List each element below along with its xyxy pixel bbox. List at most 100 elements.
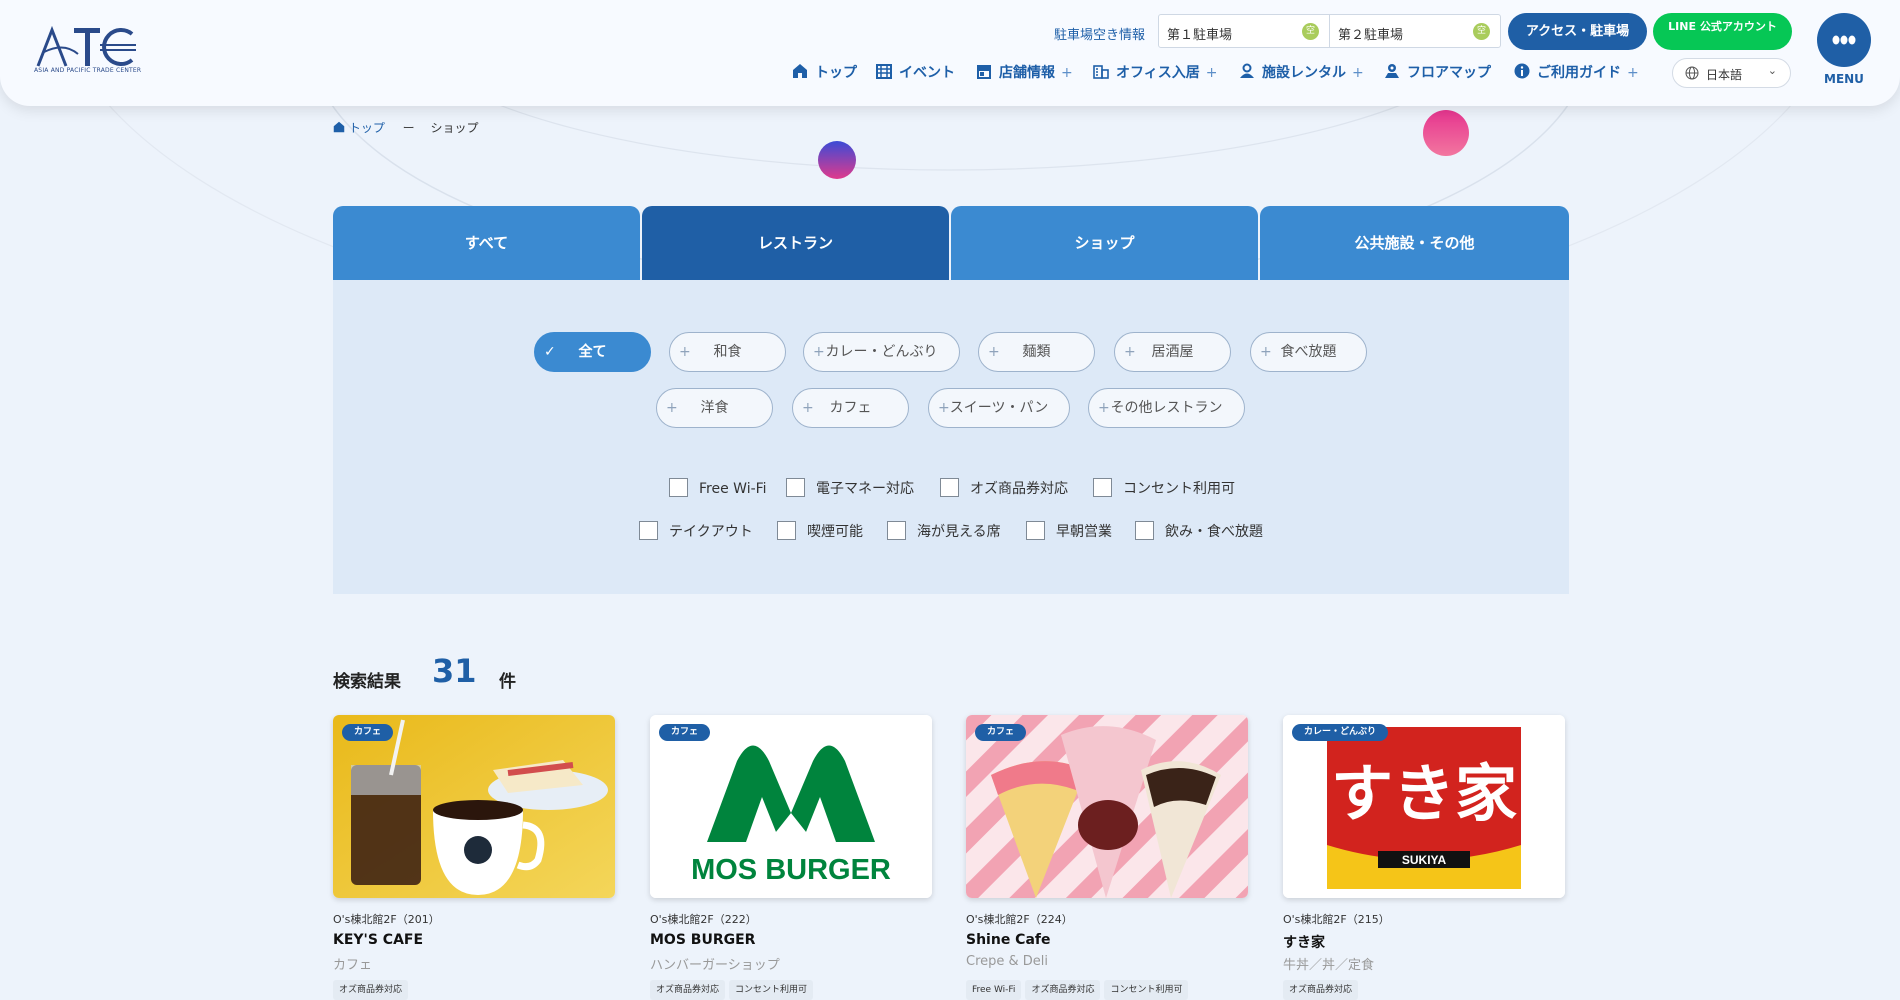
nav-item-office[interactable]: オフィス入居 + <box>1093 62 1217 82</box>
shop-tag: オズ商品券対応 <box>333 980 409 1000</box>
breadcrumb-separator: ー <box>402 121 415 135</box>
checkbox-box[interactable] <box>1026 521 1045 540</box>
nav-label: トップ <box>815 65 857 81</box>
results-title: 検索結果 <box>333 672 401 692</box>
breadcrumb: トップ ー ショップ <box>333 119 479 136</box>
shop-image[interactable]: MOS BURGER カフェ <box>650 715 932 898</box>
shop-image[interactable]: カフェ <box>966 715 1248 898</box>
tab-shop[interactable]: ショップ <box>951 206 1258 280</box>
parking-lot-1[interactable]: 第１駐車場 空 <box>1158 14 1330 48</box>
checkbox-box[interactable] <box>887 521 906 540</box>
globe-icon <box>1685 66 1699 80</box>
chip-label: 食べ放題 <box>1280 344 1337 360</box>
subcategory-chip-izakaya[interactable]: + 居酒屋 <box>1114 332 1231 372</box>
chevron-down-icon: ⌄ <box>1767 64 1777 77</box>
subcategory-chip-all[interactable]: ✓ 全て <box>534 332 651 372</box>
nav-item-store-info[interactable]: 店舗情報 + <box>976 62 1073 82</box>
checkbox-box[interactable] <box>786 478 805 497</box>
orb-pink <box>1423 110 1469 156</box>
breadcrumb-current: ショップ <box>430 121 479 135</box>
feature-checkbox-free-wifi[interactable]: Free Wi-Fi <box>669 478 767 500</box>
shop-card-keys-cafe[interactable]: カフェ O's棟北館2F（201） KEY'S CAFE カフェ オズ商品券対応 <box>333 715 615 1000</box>
checkbox-box[interactable] <box>1093 478 1112 497</box>
checkbox-box[interactable] <box>669 478 688 497</box>
parking-lot-2[interactable]: 第２駐車場 空 <box>1329 14 1501 48</box>
subcategory-chip-cafe[interactable]: + カフェ <box>792 388 909 428</box>
breadcrumb-home[interactable]: トップ <box>333 121 389 135</box>
shop-genre: Crepe & Deli <box>966 954 1049 969</box>
nav-item-events[interactable]: イベント <box>876 62 955 82</box>
line-official-button[interactable]: LINE 公式アカウント <box>1653 13 1792 50</box>
filter-panel: ✓ 全て + 和食 + カレー・どんぶり + 麺類 + 居酒屋 + 食べ放題 + 洋食 + カフ… <box>333 280 1569 594</box>
mos-burger-logo-text: MOS BURGER <box>691 854 891 886</box>
feature-checkbox-all-you-can-drink[interactable]: 飲み・食べ放題 <box>1135 521 1263 543</box>
expand-plus-icon: + <box>1061 65 1073 81</box>
tab-restaurant[interactable]: レストラン <box>642 206 949 280</box>
category-badge: カフェ <box>975 724 1027 741</box>
feature-checkbox-early-morning[interactable]: 早朝営業 <box>1026 521 1112 543</box>
map-pin-icon <box>1385 64 1399 78</box>
feature-checkbox-outlet[interactable]: コンセント利用可 <box>1093 478 1235 500</box>
chip-label: 居酒屋 <box>1151 344 1194 360</box>
checkbox-box[interactable] <box>639 521 658 540</box>
feature-checkbox-takeout[interactable]: テイクアウト <box>639 521 753 543</box>
shop-image[interactable]: カフェ <box>333 715 615 898</box>
shop-name[interactable]: すき家 <box>1283 932 1325 952</box>
home-icon <box>333 121 345 133</box>
nav-label: ご利用ガイド <box>1537 65 1621 81</box>
nav-item-top[interactable]: トップ <box>792 62 857 82</box>
menu-button[interactable] <box>1817 13 1871 67</box>
subcategory-chip-all-you-can-eat[interactable]: + 食べ放題 <box>1250 332 1367 372</box>
subcategory-chip-washoku[interactable]: + 和食 <box>669 332 786 372</box>
nav-item-user-guide[interactable]: ご利用ガイド + <box>1514 62 1639 82</box>
shop-genre: ハンバーガーショップ <box>650 958 780 973</box>
checkbox-box[interactable] <box>940 478 959 497</box>
shop-card-shine-cafe[interactable]: カフェ O's棟北館2F（224） Shine Cafe Crepe & Del… <box>966 715 1248 1000</box>
shop-location: O's棟北館2F（201） <box>333 913 440 926</box>
shop-name[interactable]: MOS BURGER <box>650 932 755 948</box>
chip-label: カフェ <box>829 400 872 416</box>
subcategory-chip-yoshoku[interactable]: + 洋食 <box>656 388 773 428</box>
plus-icon: + <box>988 344 1000 360</box>
shop-tag: オズ商品券対応 <box>1283 980 1359 1000</box>
parking-info-label[interactable]: 駐車場空き情報 <box>1054 24 1145 43</box>
shop-location: O's棟北館2F（224） <box>966 913 1073 926</box>
checkbox-box[interactable] <box>1135 521 1154 540</box>
feature-checkbox-sea-view[interactable]: 海が見える席 <box>887 521 1001 543</box>
subcategory-chip-noodles[interactable]: + 麺類 <box>978 332 1095 372</box>
shop-card-sukiya[interactable]: すき家 SUKIYA カレー・どんぶり O's棟北館2F（215） すき家 牛丼… <box>1283 715 1565 1000</box>
checkbox-label: テイクアウト <box>669 524 753 540</box>
checkbox-box[interactable] <box>777 521 796 540</box>
plus-icon: + <box>679 344 691 360</box>
nav-item-facility-rental[interactable]: 施設レンタル + <box>1239 62 1364 82</box>
tab-all[interactable]: すべて <box>333 206 640 280</box>
nav-item-floor-map[interactable]: フロアマップ <box>1384 62 1491 82</box>
access-parking-button[interactable]: アクセス・駐車場 <box>1508 13 1647 50</box>
shop-genre: 牛丼／丼／定食 <box>1283 958 1375 973</box>
subcategory-chip-sweets-bread[interactable]: + スイーツ・パン <box>928 388 1070 428</box>
feature-checkbox-e-money[interactable]: 電子マネー対応 <box>786 478 914 500</box>
chip-label: 洋食 <box>700 400 729 416</box>
shop-image[interactable]: すき家 SUKIYA カレー・どんぶり <box>1283 715 1565 898</box>
feature-checkbox-oz-voucher[interactable]: オズ商品券対応 <box>940 478 1068 500</box>
subcategory-chip-curry-donburi[interactable]: + カレー・どんぶり <box>803 332 960 372</box>
shop-name[interactable]: Shine Cafe <box>966 932 1051 948</box>
shop-location: O's棟北館2F（222） <box>650 913 757 926</box>
language-select[interactable]: 日本語 ⌄ <box>1672 58 1791 88</box>
results-unit: 件 <box>499 672 516 692</box>
category-badge: カフェ <box>342 724 394 741</box>
info-icon <box>1514 63 1530 79</box>
tab-public-facilities[interactable]: 公共施設・その他 <box>1260 206 1569 280</box>
subcategory-chip-other-restaurant[interactable]: + その他レストラン <box>1088 388 1245 428</box>
checkbox-label: 飲み・食べ放題 <box>1165 524 1263 540</box>
plus-icon: + <box>1260 344 1272 360</box>
breadcrumb-home-label: トップ <box>348 121 385 135</box>
checkbox-label: 海が見える席 <box>917 524 1001 540</box>
checkbox-label: 電子マネー対応 <box>816 481 914 497</box>
orb-blue <box>818 141 856 179</box>
plus-icon: + <box>666 400 678 416</box>
feature-checkbox-smoking[interactable]: 喫煙可能 <box>777 521 863 543</box>
checkbox-label: 喫煙可能 <box>807 524 863 540</box>
shop-name[interactable]: KEY'S CAFE <box>333 932 423 948</box>
shop-card-mos-burger[interactable]: MOS BURGER カフェ O's棟北館2F（222） MOS BURGER … <box>650 715 932 1000</box>
